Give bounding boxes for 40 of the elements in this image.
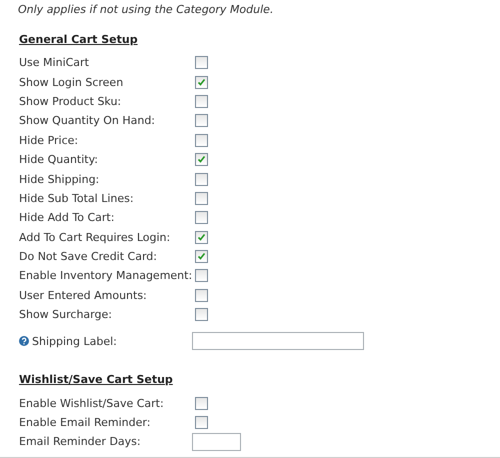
- checkbox[interactable]: [195, 230, 208, 244]
- help-icon[interactable]: [19, 336, 29, 346]
- checkbox[interactable]: [195, 250, 208, 264]
- checkbox[interactable]: [195, 211, 208, 224]
- field-label: Hide Sub Total Lines:: [19, 192, 135, 205]
- checkbox[interactable]: [195, 308, 208, 322]
- checkbox[interactable]: [195, 134, 208, 147]
- field-label: Shipping Label:: [32, 334, 117, 348]
- field-label: Show Quantity On Hand:: [19, 114, 156, 128]
- field-label: Enable Email Reminder:: [19, 416, 152, 430]
- field-label: Show Product Sku:: [19, 94, 122, 108]
- checkbox[interactable]: [195, 192, 208, 205]
- field-label: User Entered Amounts:: [19, 288, 148, 302]
- field-label: Add To Cart Requires Login:: [19, 230, 172, 244]
- field-label: Show Login Screen: [19, 76, 124, 89]
- checkbox[interactable]: [195, 172, 208, 186]
- checkbox[interactable]: [195, 94, 208, 108]
- field-label: Email Reminder Days:: [19, 435, 142, 448]
- checkbox[interactable]: [195, 114, 208, 128]
- checkbox[interactable]: [195, 269, 208, 282]
- field-label: Enable Inventory Management:: [19, 269, 194, 282]
- field-label: Hide Add To Cart:: [19, 211, 116, 224]
- field-label: Hide Shipping:: [19, 172, 100, 186]
- field-label: Hide Quantity:: [19, 153, 100, 166]
- input-field[interactable]: [192, 432, 241, 451]
- note-text: Only applies if not using the Category Module.: [18, 2, 274, 18]
- field-label: Do Not Save Credit Card:: [19, 250, 158, 264]
- input-field[interactable]: [192, 332, 364, 350]
- section-heading: General Cart Setup: [19, 32, 138, 48]
- checkbox[interactable]: [195, 288, 208, 302]
- checkbox[interactable]: [195, 416, 208, 430]
- checkbox[interactable]: [195, 56, 208, 70]
- checkbox[interactable]: [195, 153, 208, 166]
- section-heading: Wishlist/Save Cart Setup: [19, 372, 173, 388]
- field-label: Show Surcharge:: [19, 308, 113, 322]
- field-label: Hide Price:: [19, 134, 80, 147]
- field-label: Enable Wishlist/Save Cart:: [19, 396, 165, 410]
- field-label: Use MiniCart: [19, 56, 90, 70]
- checkbox[interactable]: [195, 396, 208, 410]
- checkbox[interactable]: [195, 76, 208, 89]
